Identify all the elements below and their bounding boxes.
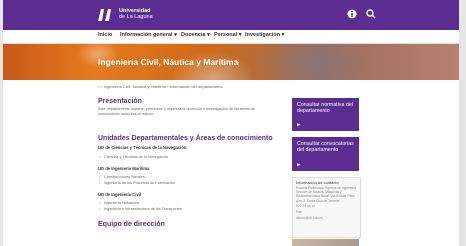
top-header: Universidad de La Laguna: [3, 0, 459, 30]
list-item[interactable]: Ingeniería Hidráulica: [98, 201, 283, 205]
nav-item-informacion-general[interactable]: Información general ▾: [120, 32, 177, 38]
nav-item-docencia[interactable]: Docencia ▾: [181, 32, 210, 38]
convocatorias-button-label: Consultar convocatorias del departamento: [297, 141, 354, 154]
contact-address: Escuela Politécnica Superior de Ingenier…: [296, 186, 357, 203]
breadcrumb[interactable]: ⌂ › Ingeniería Civil, Náutica y Marítima…: [98, 84, 223, 89]
unidades-heading: Unidades Departamentales y Áreas de cono…: [98, 135, 273, 142]
info-icon[interactable]: [346, 9, 358, 21]
unit-2-title: UD de Ingeniería Marítima: [98, 166, 150, 171]
sidebar-image: [292, 239, 359, 246]
nav-item-inicio[interactable]: Inicio: [98, 32, 112, 38]
presentacion-heading: Presentación: [98, 98, 142, 105]
contact-email[interactable]: dicnm@ull.edu.es: [293, 215, 360, 221]
unit-1-title: UD de Ciencias y Técnicas de la Navegaci…: [98, 145, 188, 150]
main-content: Presentación Este departamento imparte, …: [98, 98, 283, 228]
convocatorias-button[interactable]: Consultar convocatorias del departamento…: [292, 137, 359, 171]
page: Universidad de La Laguna Inicio Informac…: [3, 0, 459, 246]
nav-item-personal[interactable]: Personal ▾: [214, 32, 242, 38]
page-title: Ingeniería Civil, Náutica y Marítima: [98, 57, 239, 67]
hero-banner: Ingeniería Civil, Náutica y Marítima: [3, 44, 459, 80]
list-item[interactable]: Ingeniería de los Procesos de Fabricació…: [98, 181, 283, 185]
arrow-right-icon: ▶: [297, 122, 301, 127]
equipo-heading: Equipo de dirección: [98, 221, 165, 228]
normativa-button[interactable]: Consultar normativa del departamento ▶: [292, 98, 359, 131]
list-item[interactable]: Construcciones Navales: [98, 175, 283, 179]
list-item[interactable]: Ciencias y Técnicas de la Navegación: [98, 155, 283, 159]
unit-3-title: UD de Ingeniería Civil: [98, 192, 142, 197]
normativa-button-label: Consultar normativa del departamento: [297, 102, 353, 115]
nav-item-investigacion[interactable]: Investigación ▾: [245, 32, 284, 38]
logo-mark-icon: [98, 9, 111, 21]
university-logo[interactable]: Universidad de La Laguna: [97, 7, 167, 23]
logo-text: Universidad de La Laguna: [119, 8, 153, 20]
contact-info-title: Información de contacto: [296, 180, 339, 185]
contact-info-box: Información de contacto Escuela Politécn…: [292, 177, 361, 238]
arrow-right-icon: ▶: [297, 162, 301, 167]
search-icon[interactable]: [365, 9, 377, 21]
list-item[interactable]: Ingeniería e Infraestructura de los Tran…: [98, 207, 283, 211]
sidebar: Consultar normativa del departamento ▶ C…: [292, 98, 361, 238]
main-navigation: Inicio Información general ▾ Docencia ▾ …: [3, 30, 459, 44]
logo-line-2: de La Laguna: [119, 14, 153, 20]
presentacion-text: Este departamento imparte, promueve y or…: [98, 107, 255, 116]
